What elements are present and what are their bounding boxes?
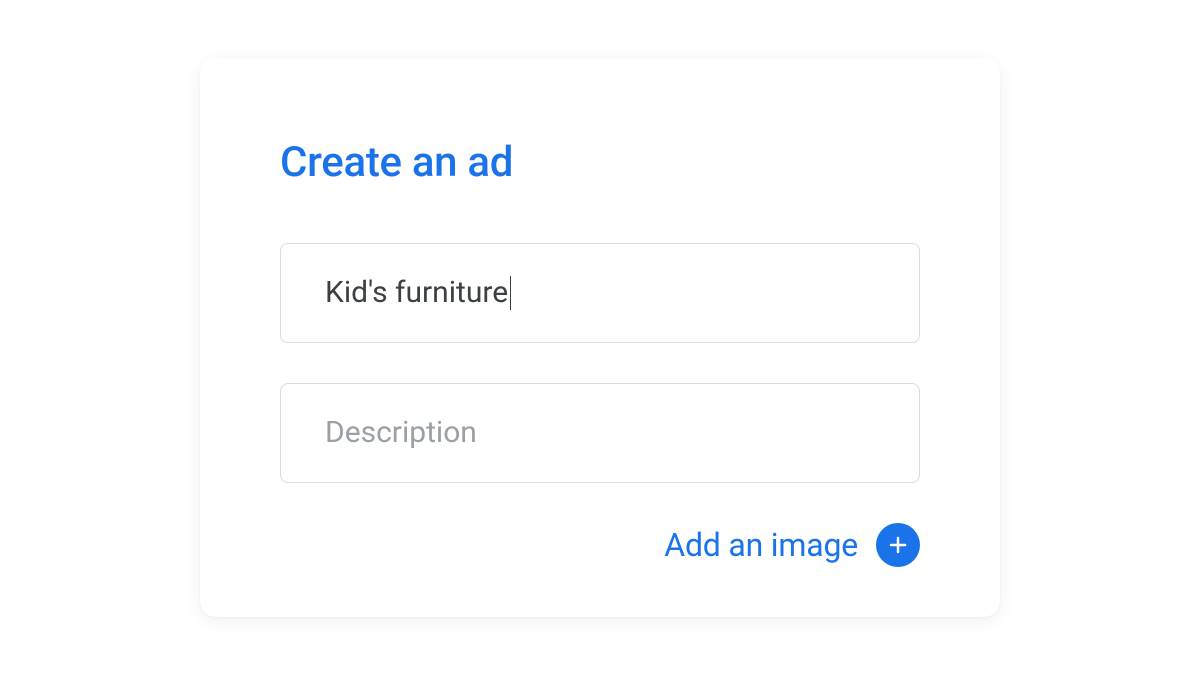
text-cursor [510, 276, 511, 310]
add-image-label: Add an image [664, 526, 858, 564]
ad-title-value: Kid's furniture [325, 275, 508, 310]
ad-title-input[interactable]: Kid's furniture [280, 243, 920, 343]
add-image-button[interactable]: Add an image [664, 523, 920, 567]
action-row: Add an image [280, 523, 920, 567]
create-ad-card: Create an ad Kid's furniture Description… [200, 58, 1000, 617]
ad-description-input[interactable]: Description [280, 383, 920, 483]
card-title: Create an ad [280, 138, 920, 187]
ad-description-placeholder: Description [325, 415, 477, 450]
plus-icon [876, 523, 920, 567]
